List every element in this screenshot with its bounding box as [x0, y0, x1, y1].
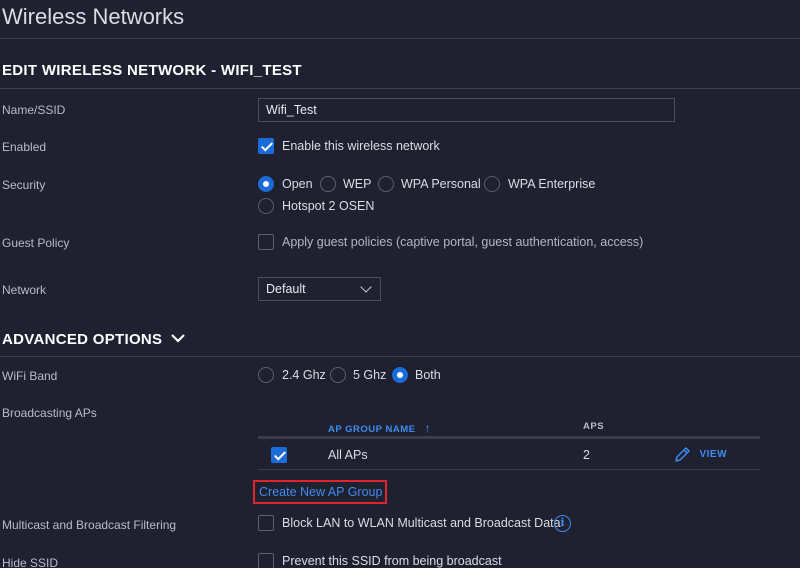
pencil-icon: [675, 447, 690, 463]
table-row: All APs 2 VIEW: [258, 440, 760, 470]
edit-heading: EDIT WIRELESS NETWORK - WIFI_TEST: [2, 62, 302, 79]
multicast-label: Multicast and Broadcast Filtering: [2, 518, 177, 532]
network-select[interactable]: Default: [258, 277, 381, 301]
hide-ssid-label: Hide SSID: [2, 556, 59, 568]
sort-arrow-icon: ↑: [424, 421, 432, 435]
security-label: Security: [2, 178, 46, 192]
chevron-down-icon: [171, 334, 185, 343]
chevron-down-icon: [360, 281, 372, 293]
wifi-band-label: WiFi Band: [2, 369, 58, 383]
multicast-text: Block LAN to WLAN Multicast and Broadcas…: [282, 516, 561, 530]
row-checkbox[interactable]: [271, 447, 287, 463]
security-hotspot-text: Hotspot 2 OSEN: [282, 199, 375, 213]
multicast-checkbox[interactable]: [258, 515, 274, 531]
ap-group-name-header-text: AP GROUP NAME: [328, 424, 416, 435]
band-24-text: 2.4 Ghz: [282, 368, 326, 382]
network-label: Network: [2, 283, 47, 297]
ap-group-name-cell: All APs: [328, 448, 368, 462]
security-wpa-personal-radio[interactable]: [378, 176, 394, 192]
advanced-heading: ADVANCED OPTIONS: [2, 331, 163, 348]
create-ap-group-link[interactable]: Create New AP Group: [259, 485, 382, 499]
band-24-radio[interactable]: [258, 367, 274, 383]
security-open-text: Open: [282, 177, 313, 191]
security-wpa-personal-text: WPA Personal: [401, 177, 481, 191]
ssid-input[interactable]: Wifi_Test: [258, 98, 675, 122]
info-icon[interactable]: i: [554, 515, 571, 532]
ssid-label: Name/SSID: [2, 103, 66, 117]
divider: [0, 38, 800, 39]
aps-count-cell: 2: [583, 448, 590, 462]
enable-network-checkbox[interactable]: [258, 138, 274, 154]
advanced-options-toggle[interactable]: ADVANCED OPTIONS: [2, 331, 185, 348]
view-button[interactable]: VIEW: [674, 446, 727, 464]
divider: [0, 88, 800, 89]
guest-policy-text: Apply guest policies (captive portal, gu…: [282, 235, 644, 249]
view-button-label: VIEW: [699, 449, 728, 461]
security-hotspot-radio[interactable]: [258, 198, 274, 214]
security-open-radio[interactable]: [258, 176, 274, 192]
aps-header: APS: [583, 421, 605, 432]
hide-ssid-text: Prevent this SSID from being broadcast: [282, 554, 502, 568]
guest-policy-label: Guest Policy: [2, 236, 70, 250]
band-5-text: 5 Ghz: [353, 368, 387, 382]
security-wpa-enterprise-text: WPA Enterprise: [508, 177, 596, 191]
table-header-divider: [258, 436, 760, 439]
band-both-text: Both: [415, 368, 441, 382]
hide-ssid-checkbox[interactable]: [258, 553, 274, 568]
guest-policy-checkbox[interactable]: [258, 234, 274, 250]
security-wep-radio[interactable]: [320, 176, 336, 192]
security-wep-text: WEP: [343, 177, 372, 191]
ap-group-name-header[interactable]: AP GROUP NAME ↑: [328, 421, 431, 435]
page-title: Wireless Networks: [2, 4, 185, 29]
network-select-value: Default: [266, 282, 306, 296]
enable-network-text: Enable this wireless network: [282, 139, 440, 153]
broadcasting-aps-label: Broadcasting APs: [2, 406, 97, 420]
enabled-label: Enabled: [2, 140, 47, 154]
divider: [0, 356, 800, 357]
band-5-radio[interactable]: [330, 367, 346, 383]
band-both-radio[interactable]: [392, 367, 408, 383]
security-wpa-enterprise-radio[interactable]: [484, 176, 500, 192]
table-row-divider: [258, 469, 760, 470]
